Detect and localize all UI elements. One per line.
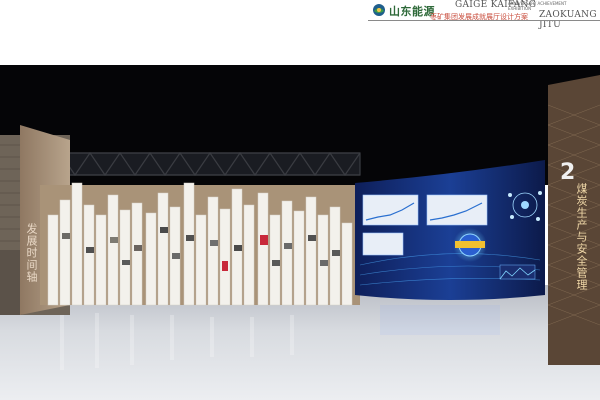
header-divider xyxy=(368,20,600,21)
brand-name: 山东能源 xyxy=(389,5,435,18)
stone-base xyxy=(0,250,22,315)
section-number: 2 xyxy=(560,160,576,185)
section-title: 煤炭生产与安全管理 xyxy=(575,183,588,291)
timeline-wall-title: 发展时间轴 xyxy=(25,223,38,283)
exhibition-hall-render: 发展时间轴 2 煤炭生产与安全管理 xyxy=(0,65,600,400)
company-logo-icon xyxy=(373,4,385,16)
steel-truss xyxy=(59,151,361,177)
hall-scene xyxy=(0,65,600,400)
header-bar: 山东能源 GAIGE KAIFANG ANNIVERSARY ACHIEVEME… xyxy=(0,0,600,30)
